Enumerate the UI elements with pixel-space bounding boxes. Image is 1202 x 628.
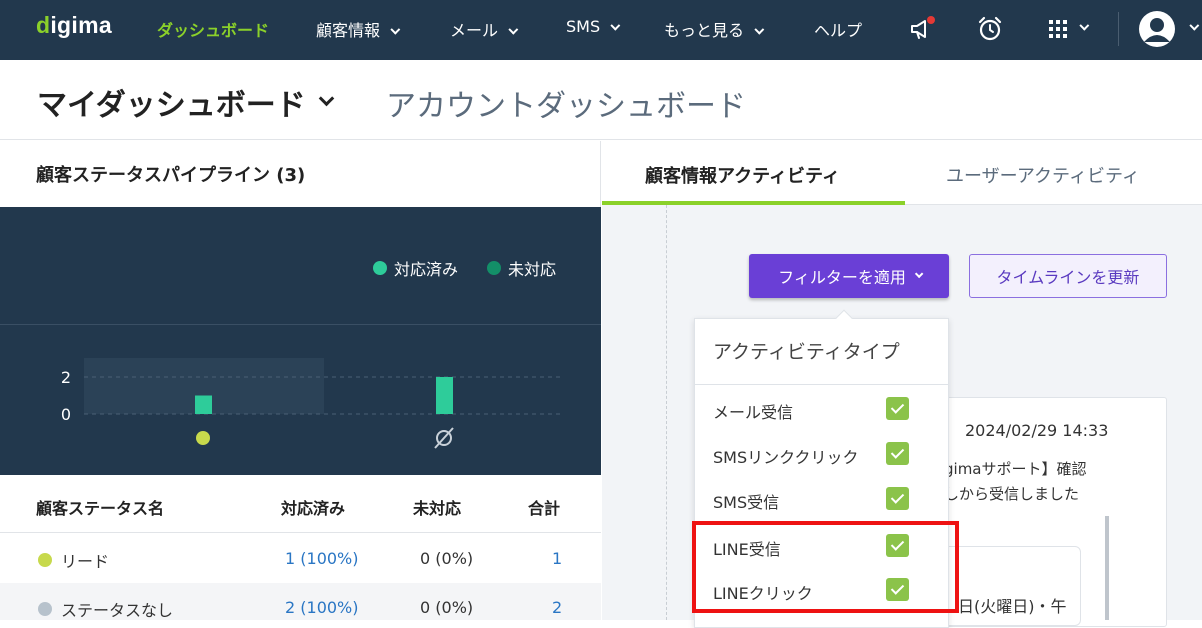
table-header-divider	[0, 532, 601, 533]
nav-help[interactable]: ヘルプ	[814, 17, 862, 41]
checkbox-checked-icon[interactable]	[886, 442, 909, 465]
tab-user-activity[interactable]: ユーザーアクティビティ	[946, 162, 1140, 188]
activity-date: 2024/02/29 14:33	[965, 421, 1109, 440]
nav-sms-label: SMS	[566, 17, 601, 36]
checkbox-checked-icon[interactable]	[886, 397, 909, 420]
apps-menu[interactable]	[1046, 17, 1106, 41]
dropdown-title: アクティビティタイプ	[713, 341, 900, 363]
active-tab-indicator	[602, 201, 905, 205]
checkbox-checked-icon[interactable]	[886, 487, 909, 510]
legend-item-done[interactable]: 対応済み	[373, 256, 458, 280]
table-row-name: リード	[38, 548, 109, 572]
legend-item-pending[interactable]: 未対応	[487, 256, 556, 280]
total-count-link[interactable]: 1	[552, 549, 562, 568]
user-menu[interactable]	[1138, 10, 1202, 48]
bar-done	[436, 377, 453, 414]
table-row-name: ステータスなし	[38, 597, 173, 621]
col-header-total[interactable]: 合計	[528, 495, 560, 519]
filter-option-sms-link-click[interactable]: SMSリンククリック	[713, 444, 858, 468]
status-name: ステータスなし	[61, 601, 174, 620]
page-title[interactable]: マイダッシュボード	[37, 80, 306, 124]
chevron-down-icon	[508, 24, 519, 35]
highlight-box	[692, 521, 959, 613]
chevron-down-icon	[754, 24, 765, 35]
activity-text: gimaサポート】確認	[944, 460, 1087, 478]
top-nav: digima ダッシュボード 顧客情報 メール SMS もっと見る ヘルプ	[0, 0, 1202, 60]
card-scrollbar[interactable]	[1105, 516, 1109, 620]
y-tick-label: 0	[61, 405, 71, 424]
status-name: リード	[61, 552, 110, 571]
nav-customer-info-label: 顧客情報	[316, 21, 381, 40]
dropdown-divider	[694, 384, 949, 385]
apply-filter-label: フィルターを適用	[778, 268, 906, 287]
chevron-down-icon	[390, 24, 401, 35]
filter-option-mail-received[interactable]: メール受信	[713, 399, 793, 423]
y-tick-label: 2	[61, 368, 71, 387]
status-dot-icon	[38, 602, 52, 616]
tab-customer-activity[interactable]: 顧客情報アクティビティ	[645, 162, 840, 188]
account-dashboard-link[interactable]: アカウントダッシュボード	[386, 81, 746, 125]
megaphone-icon[interactable]	[908, 14, 938, 44]
col-header-done[interactable]: 対応済み	[281, 495, 345, 519]
col-header-status-name[interactable]: 顧客ステータス名	[36, 495, 164, 519]
nav-divider	[1118, 12, 1119, 46]
pipeline-bar-chart: 20	[61, 358, 562, 449]
pending-count: 0 (0%)	[420, 549, 474, 568]
chevron-down-icon	[1189, 20, 1200, 31]
chevron-down-icon	[914, 269, 924, 279]
nav-more-label: もっと見る	[664, 21, 745, 40]
nav-sms[interactable]: SMS	[566, 17, 621, 36]
chevron-down-icon	[1079, 20, 1090, 31]
pending-count: 0 (0%)	[420, 598, 474, 617]
pipeline-title: 顧客ステータスパイプライン (3)	[36, 165, 306, 186]
total-count-link[interactable]: 2	[552, 598, 562, 617]
grid-icon	[1049, 20, 1067, 38]
legend-label: 未対応	[508, 260, 557, 279]
legend-swatch	[487, 261, 501, 275]
filter-option-sms-received[interactable]: SMS受信	[713, 489, 779, 513]
nav-mail[interactable]: メール	[450, 17, 519, 41]
nav-dashboard[interactable]: ダッシュボード	[157, 17, 269, 41]
chevron-down-icon	[610, 20, 621, 31]
done-count-link[interactable]: 2 (100%)	[285, 598, 359, 617]
nav-more[interactable]: もっと見る	[664, 17, 765, 41]
done-count-link[interactable]: 1 (100%)	[285, 549, 359, 568]
nav-customer-info[interactable]: 顧客情報	[316, 17, 401, 41]
nav-mail-label: メール	[450, 21, 499, 40]
category-dot-icon	[196, 431, 210, 445]
apply-filter-button[interactable]: フィルターを適用	[749, 254, 949, 298]
col-header-pending[interactable]: 未対応	[413, 495, 461, 519]
timeline-line	[666, 205, 667, 620]
legend-label: 対応済み	[394, 260, 459, 279]
refresh-timeline-button[interactable]: タイムラインを更新	[969, 254, 1167, 298]
activity-text: しから受信しました	[944, 485, 1080, 503]
status-dot-icon	[38, 553, 52, 567]
logo-text: igima	[50, 12, 112, 38]
alarm-clock-icon[interactable]	[975, 14, 1005, 44]
digima-logo[interactable]: digima	[36, 12, 112, 39]
avatar-icon	[1139, 11, 1175, 47]
activity-text: 日(火曜日)・午	[958, 597, 1067, 616]
bar-done	[195, 395, 212, 414]
legend-swatch	[373, 261, 387, 275]
